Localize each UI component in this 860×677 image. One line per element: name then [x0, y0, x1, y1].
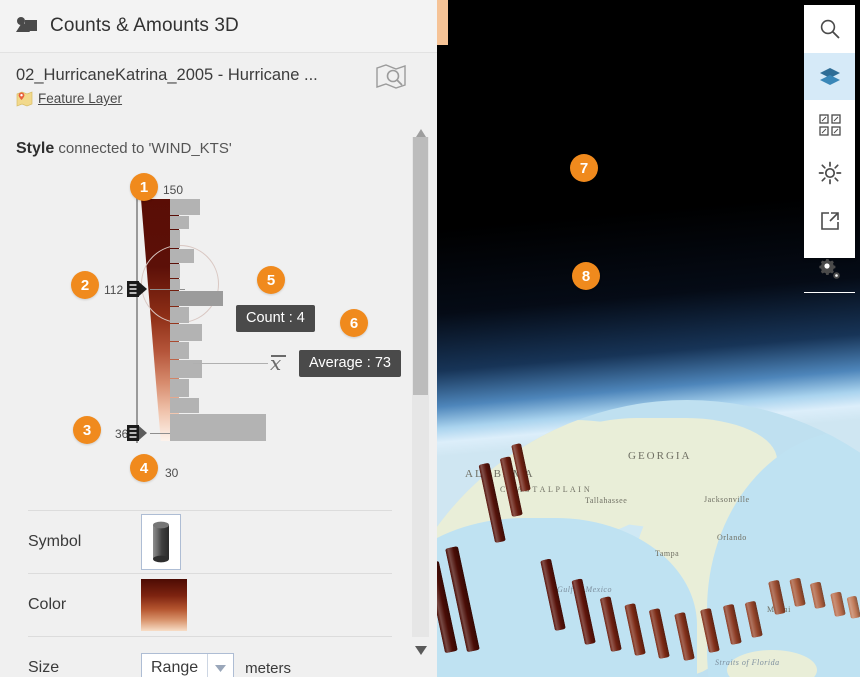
annotation-badge-7: 7 — [570, 154, 598, 182]
style-word: Style — [16, 140, 55, 157]
style-panel: Counts & Amounts 3D 02_HurricaneKatrina_… — [0, 0, 437, 677]
map-pin-icon — [16, 90, 33, 107]
share-icon[interactable] — [804, 197, 855, 245]
panel-scrollbar[interactable] — [412, 125, 429, 663]
color-label: Color — [28, 596, 67, 613]
histogram-bar[interactable] — [170, 249, 194, 263]
feature-layer-link[interactable]: Feature Layer — [38, 91, 122, 106]
size-mode-value: Range — [151, 659, 199, 676]
histogram-bar[interactable] — [170, 324, 202, 341]
histogram-min-label: 30 — [165, 466, 179, 480]
settings-icon[interactable] — [804, 245, 855, 293]
map-label: Tallahassee — [585, 496, 628, 505]
panel-edge-accent — [437, 0, 448, 45]
daylight-icon[interactable] — [804, 149, 855, 197]
map-label: Jacksonville — [704, 495, 750, 504]
layers-icon[interactable] — [804, 53, 855, 101]
annotation-badge-6: 6 — [340, 309, 368, 337]
handle-top-value: 112 — [104, 283, 124, 297]
size-row: Size Range meters — [28, 636, 392, 677]
color-ramp-swatch[interactable] — [141, 579, 187, 631]
annotation-badge-8: 8 — [572, 262, 600, 290]
map-label: Tampa — [655, 549, 680, 558]
color-row: Color — [28, 573, 392, 636]
annotation-badge-5: 5 — [257, 266, 285, 294]
histogram-max-label: 150 — [163, 183, 184, 197]
average-callout: Average : 73 — [299, 350, 401, 377]
histogram-bar[interactable] — [170, 199, 200, 215]
cylinder-3d-symbol[interactable] — [141, 514, 181, 570]
histogram-bar[interactable] — [170, 230, 180, 248]
chevron-down-icon[interactable] — [207, 654, 233, 677]
size-mode-select[interactable]: Range — [141, 653, 235, 677]
map-label: Orlando — [717, 533, 747, 542]
histogram-bar[interactable] — [170, 291, 223, 306]
scroll-up-icon[interactable] — [415, 125, 427, 137]
histogram-bar[interactable] — [170, 414, 266, 441]
scene-toolbar — [804, 5, 855, 293]
histogram-bar[interactable] — [170, 379, 189, 397]
average-x-bar-icon: x — [270, 351, 287, 375]
symbol-row: Symbol — [28, 510, 392, 573]
scrollbar-track[interactable] — [412, 137, 429, 637]
panel-header: Counts & Amounts 3D — [0, 0, 437, 53]
map-label: Straits of Florida — [715, 658, 780, 667]
scene-view[interactable]: ALABAMAGEORGIAFLORIDAC O A S T A L P L A… — [437, 0, 860, 677]
histogram-bar[interactable] — [170, 264, 180, 278]
style-field-suffix: connected to 'WIND_KTS' — [54, 140, 232, 157]
histogram-bar[interactable] — [170, 398, 199, 413]
annotation-badge-3: 3 — [73, 416, 101, 444]
size-units-label: meters — [245, 659, 291, 677]
slider-track[interactable] — [136, 198, 138, 443]
size-label: Size — [28, 659, 60, 676]
annotation-badge-2: 2 — [71, 271, 99, 299]
histogram-bar[interactable] — [170, 216, 189, 229]
zoom-to-layer-icon[interactable] — [375, 63, 409, 95]
image-style-icon — [14, 13, 40, 39]
layer-title: 02_HurricaneKatrina_2005 - Hurricane ... — [16, 66, 318, 84]
symbol-label: Symbol — [28, 533, 82, 550]
histogram-bar[interactable] — [170, 307, 189, 323]
annotation-badge-4: 4 — [130, 454, 158, 482]
annotation-badge-1: 1 — [130, 173, 158, 201]
search-icon[interactable] — [804, 5, 855, 53]
map-label: GEORGIA — [628, 450, 692, 462]
histogram-bar[interactable] — [170, 342, 189, 359]
style-connection-text: Style connected to 'WIND_KTS' — [16, 140, 232, 158]
panel-title: Counts & Amounts 3D — [50, 15, 239, 36]
average-leader-line — [193, 363, 268, 364]
count-callout: Count : 4 — [236, 305, 315, 332]
slider-handle-lower[interactable] — [127, 424, 149, 442]
scrollbar-thumb[interactable] — [413, 137, 428, 395]
basemap-gallery-icon[interactable] — [804, 101, 855, 149]
slider-handle-upper[interactable] — [127, 280, 149, 298]
scroll-down-icon[interactable] — [414, 643, 428, 655]
layer-info-row: 02_HurricaneKatrina_2005 - Hurricane ...… — [0, 53, 437, 123]
histogram-bar[interactable] — [170, 279, 180, 290]
